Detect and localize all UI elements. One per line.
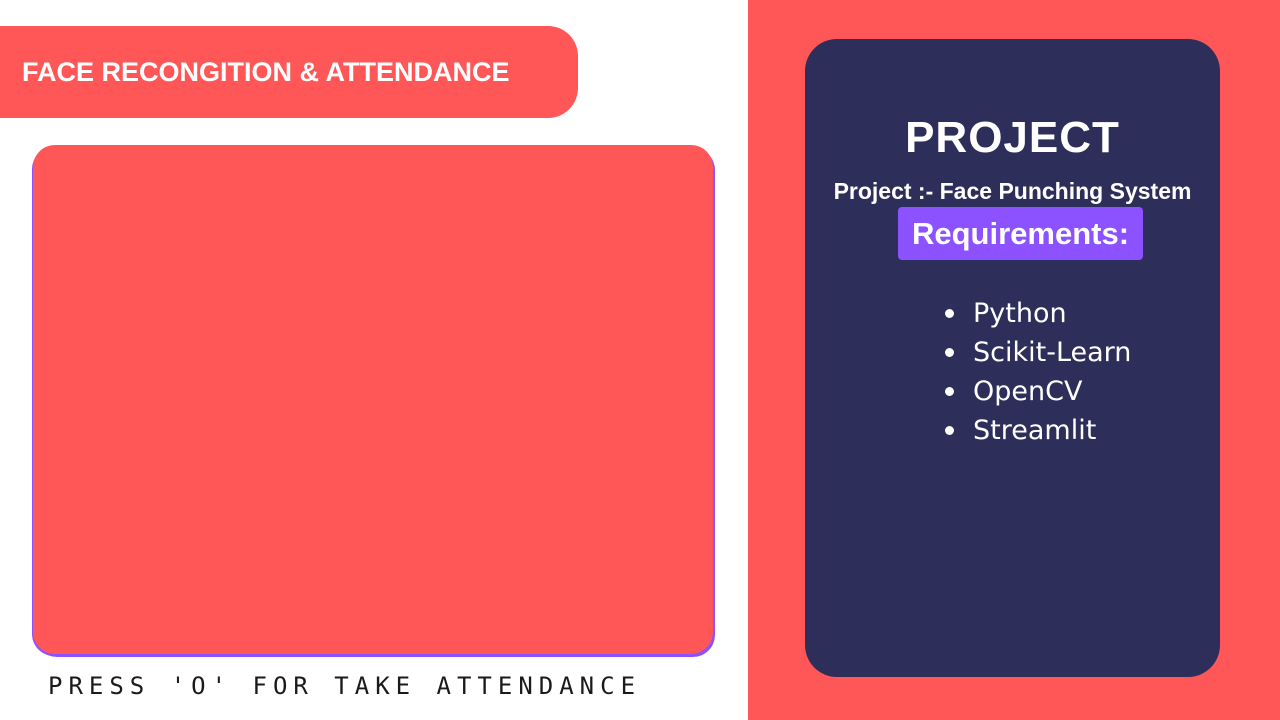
- attendance-instruction: PRESS 'O' FOR TAKE ATTENDANCE: [48, 672, 642, 700]
- bullet-icon: [945, 309, 954, 318]
- page-title: FACE RECONGITION & ATTENDANCE: [22, 56, 510, 87]
- list-item: Streamlit: [945, 411, 1131, 450]
- app-root: FACE RECONGITION & ATTENDANCE PRESS 'O' …: [0, 0, 1280, 720]
- requirement-label: Python: [973, 298, 1067, 329]
- requirement-label: Streamlit: [973, 415, 1097, 446]
- project-heading: PROJECT: [905, 113, 1120, 162]
- bullet-icon: [945, 426, 954, 435]
- requirements-list: Python Scikit-Learn OpenCV Streamlit: [945, 294, 1131, 450]
- list-item: OpenCV: [945, 372, 1131, 411]
- title-banner: FACE RECONGITION & ATTENDANCE: [0, 26, 578, 118]
- camera-feed-frame: [33, 145, 713, 654]
- requirement-label: Scikit-Learn: [973, 337, 1132, 368]
- list-item: Python: [945, 294, 1131, 333]
- bullet-icon: [945, 348, 954, 357]
- project-subtitle: Project :- Face Punching System: [833, 178, 1192, 204]
- bullet-icon: [945, 387, 954, 396]
- list-item: Scikit-Learn: [945, 333, 1131, 372]
- requirements-badge: Requirements:: [898, 207, 1143, 260]
- requirement-label: OpenCV: [973, 376, 1083, 407]
